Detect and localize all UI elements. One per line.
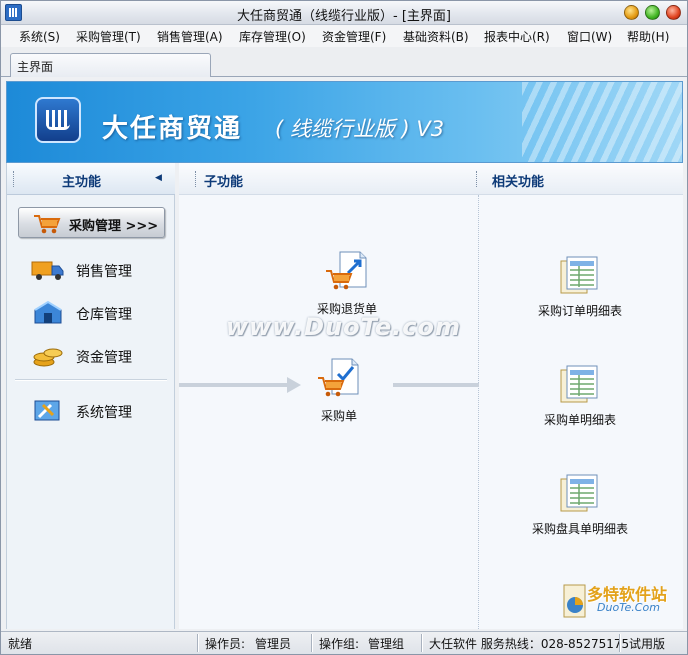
sub-function-title: 子功能 — [204, 175, 244, 190]
nav-purchase-label: 采购管理 >>> — [69, 219, 159, 234]
system-tools-icon — [34, 400, 60, 421]
panel-grip — [13, 171, 15, 187]
collapse-arrow-icon[interactable]: ◀ — [155, 173, 162, 183]
nav-sales-management[interactable]: 销售管理 — [31, 255, 171, 287]
menu-reports[interactable]: 报表中心(R) — [484, 28, 550, 45]
banner-title: 大任商贸通 — [102, 114, 243, 144]
main-function-title: 主功能 — [62, 175, 102, 190]
nav-system-label: 系统管理 — [76, 405, 132, 421]
flow-line-out — [393, 383, 479, 387]
nav-system-management[interactable]: 系统管理 — [31, 396, 171, 428]
status-separator — [619, 634, 621, 652]
related-function-title: 相关功能 — [492, 175, 545, 190]
coins-icon — [33, 348, 63, 367]
banner: 大任商贸通 ( 线缆行业版 ) V3 — [6, 81, 683, 163]
related-purchase-detail-label: 采购单明细表 — [543, 413, 616, 427]
minimize-button[interactable] — [624, 5, 639, 20]
status-bar: 就绪 操作员: 管理员 操作组: 管理组 大任软件 服务热线：028-85275… — [1, 631, 687, 654]
maximize-button[interactable] — [645, 5, 660, 20]
nav-divider — [15, 379, 167, 381]
close-button[interactable] — [666, 5, 681, 20]
menu-purchase[interactable]: 采购管理(T) — [76, 28, 141, 45]
status-group-label: 操作组: — [319, 637, 360, 651]
nav-warehouse-label: 仓库管理 — [76, 307, 132, 323]
corner-watermark-logo: 多特软件站 DuoTe.Com — [561, 579, 685, 631]
status-edition: 试用版 — [629, 637, 666, 651]
menu-bar: 系统(S) 采购管理(T) 销售管理(A) 库存管理(O) 资金管理(F) 基础… — [1, 25, 687, 47]
menu-sales[interactable]: 销售管理(A) — [157, 28, 223, 45]
report-table-icon — [560, 256, 598, 294]
banner-subtitle: ( 线缆行业版 ) V3 — [275, 117, 445, 141]
report-table-icon — [560, 365, 598, 403]
banner-decoration — [522, 82, 682, 162]
menu-help[interactable]: 帮助(H) — [627, 28, 669, 45]
flow-arrow-icon — [287, 377, 301, 393]
menu-inventory[interactable]: 库存管理(O) — [239, 28, 306, 45]
column-divider — [478, 195, 479, 629]
report-table-icon — [560, 474, 598, 512]
nav-purchase-management[interactable]: 采购管理 >>> — [18, 207, 165, 238]
related-order-detail-report[interactable]: 采购订单明细表 — [531, 253, 629, 319]
func-purchase-order[interactable]: 采购单 — [312, 356, 366, 424]
related-stock-detail-report[interactable]: 采购盘具单明细表 — [525, 471, 635, 537]
nav-sales-label: 销售管理 — [76, 264, 132, 280]
delivery-truck-icon — [31, 261, 64, 280]
status-operator-label: 操作员: — [205, 637, 246, 651]
main-function-panel: 主功能 ◀ 采购管理 >>> 销售管理 仓库管理 资金管理 系统管理 — [6, 163, 175, 629]
menu-funds[interactable]: 资金管理(F) — [322, 28, 386, 45]
purchase-order-icon — [318, 358, 359, 397]
related-purchase-detail-report[interactable]: 采购单明细表 — [537, 362, 623, 428]
tab-strip: 主界面 — [1, 47, 687, 77]
menu-system[interactable]: 系统(S) — [19, 28, 60, 45]
purchase-return-icon — [326, 251, 367, 290]
title-bar[interactable]: 大任商贸通（线缆行业版）- [主界面] — [1, 1, 687, 25]
brand-logo-icon — [35, 97, 81, 143]
window-title: 大任商贸通（线缆行业版）- [主界面] — [237, 9, 451, 24]
status-group: 管理组 — [368, 637, 405, 651]
status-separator — [311, 634, 313, 652]
related-order-detail-label: 采购订单明细表 — [537, 304, 622, 318]
nav-warehouse-management[interactable]: 仓库管理 — [31, 298, 171, 330]
main-function-header: 主功能 ◀ — [7, 163, 175, 195]
status-hotline: 大任软件 服务热线：028-85275175 — [429, 637, 630, 651]
flow-line-in — [179, 383, 289, 387]
status-separator — [197, 634, 199, 652]
app-window: 大任商贸通（线缆行业版）- [主界面] 系统(S) 采购管理(T) 销售管理(A… — [0, 0, 688, 655]
shopping-cart-icon — [34, 215, 61, 234]
content-header: 子功能 相关功能 — [179, 163, 683, 195]
status-ready: 就绪 — [8, 637, 33, 651]
func-purchase-order-label: 采购单 — [320, 409, 357, 423]
column-grip — [476, 171, 478, 187]
related-stock-detail-label: 采购盘具单明细表 — [531, 522, 628, 536]
corner-watermark-url: DuoTe.Com — [597, 601, 660, 614]
status-operator: 管理员 — [255, 637, 292, 651]
column-grip — [195, 171, 197, 187]
nav-funds-management[interactable]: 资金管理 — [31, 341, 171, 373]
menu-basic-data[interactable]: 基础资料(B) — [403, 28, 469, 45]
tab-main[interactable]: 主界面 — [10, 53, 211, 77]
watermark-text: www.DuoTe.com — [226, 313, 461, 341]
func-purchase-return[interactable]: 采购退货单 — [312, 249, 382, 317]
warehouse-icon — [34, 300, 62, 324]
function-content-area: 子功能 相关功能 采购退货单 采购单 采购订单明细表 采购单明细表 采购盘具单明… — [179, 163, 683, 629]
status-separator — [421, 634, 423, 652]
menu-window[interactable]: 窗口(W) — [567, 28, 612, 45]
nav-funds-label: 资金管理 — [76, 350, 132, 366]
